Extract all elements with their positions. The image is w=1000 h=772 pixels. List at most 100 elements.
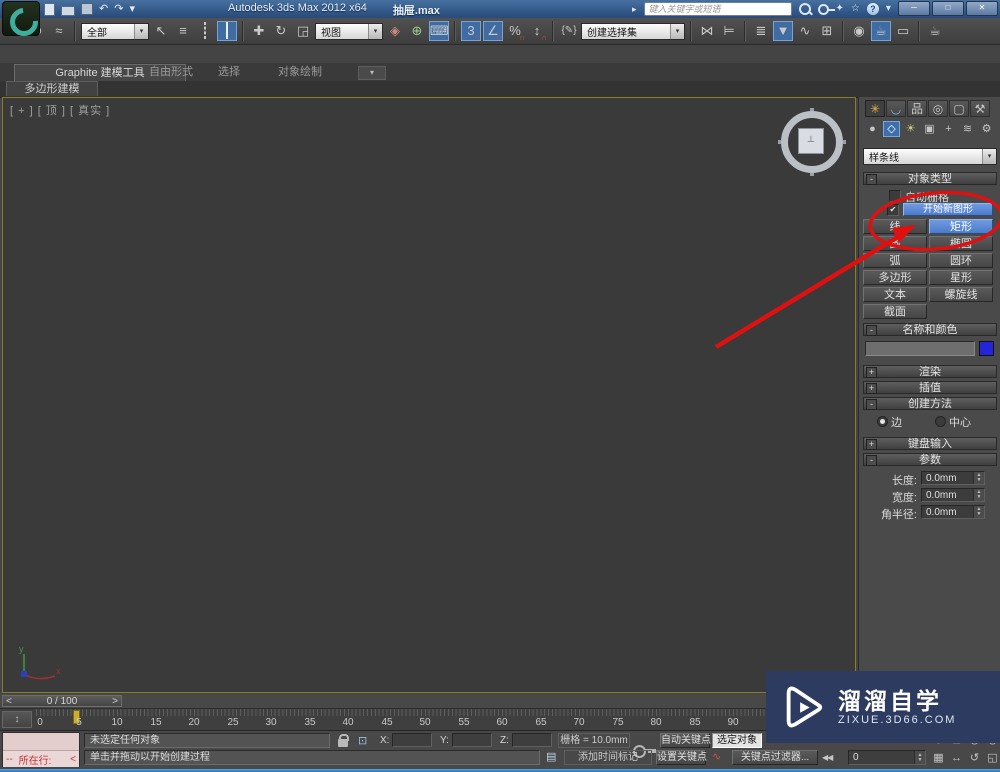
tab-utilities-icon[interactable]: ⚒ — [970, 100, 990, 117]
creation-edge-label[interactable]: 边 — [891, 414, 902, 430]
viewport-top[interactable]: [ + ] [ 顶 ] [ 真实 ] ┴ y x — [2, 97, 856, 693]
dropdown-arrow-icon[interactable]: ▾ — [982, 149, 996, 164]
expand-icon[interactable]: + — [866, 367, 877, 378]
shape-category-dropdown[interactable]: 样条线 ▾ — [863, 148, 997, 165]
shape-button-text[interactable]: 文本 — [863, 287, 927, 302]
category-geometry-icon[interactable]: ● — [864, 121, 881, 137]
max-app-logo[interactable] — [2, 1, 44, 42]
maximize-viewport-icon[interactable]: ◱ — [984, 750, 1000, 767]
open-file-icon[interactable] — [61, 5, 75, 16]
length-field[interactable]: 0.0mm ▲ ▼ — [921, 471, 985, 485]
angle-snap-toggle-icon[interactable]: ∠ ∩ — [483, 21, 503, 41]
help-icon[interactable]: ? — [866, 3, 879, 15]
tab-display-icon[interactable]: ▢ — [949, 100, 969, 117]
auto-key-button[interactable]: 自动关键点 — [660, 733, 711, 748]
schematic-view-icon[interactable]: ⊞ — [817, 21, 837, 41]
snaps-toggle-3d-icon[interactable]: 3 ∩ — [461, 21, 481, 41]
keyboard-shortcut-override-icon[interactable]: ⌨ — [429, 21, 449, 41]
percent-snap-toggle-icon[interactable]: % ∩ — [505, 21, 525, 42]
absolute-offset-mode-icon[interactable]: ⊡ — [358, 734, 367, 748]
go-to-start-icon[interactable]: ◀◀ — [822, 751, 833, 765]
shape-button-line[interactable]: 线 — [863, 219, 927, 234]
category-systems-icon[interactable]: ⚙ — [978, 121, 995, 137]
use-pivot-center-icon[interactable]: ◈ — [385, 21, 405, 41]
shape-button-section[interactable]: 截面 — [863, 304, 927, 319]
maximize-button[interactable]: □ — [932, 1, 964, 16]
creation-edge-radio[interactable] — [877, 416, 888, 427]
shape-button-ellipse[interactable]: 椭圆 — [929, 236, 993, 251]
redo-icon[interactable]: ↷ — [114, 2, 123, 16]
favorites-star-icon[interactable]: ☆ — [851, 2, 860, 16]
category-cameras-icon[interactable]: ▣ — [921, 121, 938, 137]
shape-button-rectangle[interactable]: 矩形 — [929, 219, 993, 234]
named-selection-sets-dropdown[interactable]: 创建选择集 ▾ — [581, 22, 685, 40]
key-filters-button[interactable]: 关键点过滤器... — [732, 750, 818, 765]
listener-arrow[interactable]: < — [70, 754, 76, 765]
rendered-frame-window-icon[interactable]: ▭ — [893, 21, 913, 41]
spinner-snap-toggle-icon[interactable]: ↕ ∩ — [527, 21, 547, 42]
search-input[interactable]: 键入关键字或短语 — [643, 2, 792, 16]
mini-curve-editor-icon[interactable]: ↕ — [2, 711, 32, 728]
tab-create-icon[interactable]: ✳ — [865, 100, 885, 117]
expand-icon[interactable]: + — [866, 439, 877, 450]
ribbon-minimize-icon[interactable]: ▾ — [358, 66, 386, 80]
dropdown-arrow-icon[interactable]: ▾ — [368, 23, 382, 39]
start-new-shape-checkbox[interactable]: ✔ — [887, 204, 899, 216]
width-field[interactable]: 0.0mm ▲ ▼ — [921, 488, 985, 502]
material-editor-icon[interactable]: ◉ — [849, 21, 869, 41]
frame-forward-button[interactable]: > — [109, 696, 121, 707]
undo-icon[interactable]: ↶ — [99, 2, 108, 16]
time-slider-handle[interactable]: < 0 / 100 > — [2, 695, 122, 707]
creation-center-radio[interactable] — [935, 416, 946, 427]
select-and-move-icon[interactable]: ✚ — [249, 21, 269, 41]
creation-center-label[interactable]: 中心 — [949, 414, 971, 430]
add-time-tag-field[interactable]: 添加时间标记 — [564, 750, 652, 765]
current-frame-field[interactable]: 0 ▲ ▼ — [848, 750, 926, 765]
rollout-object-type[interactable]: - 对象类型 — [863, 172, 997, 185]
graphite-ribbon-toggle-icon[interactable]: ▼ — [773, 21, 793, 41]
select-object-icon[interactable]: ↖ — [151, 21, 171, 41]
manage-layers-icon[interactable]: ≣ — [751, 21, 771, 41]
rollout-parameters[interactable]: - 参数 — [863, 453, 997, 466]
object-color-swatch[interactable] — [979, 341, 994, 356]
category-lights-icon[interactable]: ☀ — [902, 121, 919, 137]
listener-input-row[interactable] — [3, 733, 79, 751]
render-production-icon[interactable]: ☕ — [925, 21, 945, 41]
corner-radius-spinner[interactable]: ▲ ▼ — [973, 506, 984, 518]
shape-button-circle[interactable]: 圆 — [863, 236, 927, 251]
dropdown-arrow-icon[interactable]: ▾ — [134, 23, 148, 39]
bind-to-spacewarp-icon[interactable]: ≈ — [49, 21, 69, 41]
rollout-rendering[interactable]: + 渲染 — [863, 365, 997, 378]
reference-coordinate-dropdown[interactable]: 视图 ▾ — [315, 22, 383, 40]
tab-motion-icon[interactable]: ◎ — [928, 100, 948, 117]
collapse-icon[interactable]: - — [866, 325, 877, 336]
x-coordinate-field[interactable] — [392, 733, 432, 747]
category-helpers-icon[interactable]: + — [940, 121, 957, 137]
shape-button-star[interactable]: 星形 — [929, 270, 993, 285]
selection-lock-icon[interactable] — [338, 734, 349, 747]
start-new-shape-button[interactable]: 开始新图形 — [903, 203, 993, 216]
width-spinner[interactable]: ▲ ▼ — [973, 489, 984, 501]
tab-object-paint[interactable]: 对象绘制 — [268, 64, 332, 80]
set-key-button[interactable]: 设置关键点 — [656, 750, 707, 765]
select-and-manipulate-icon[interactable]: ⊕ — [407, 21, 427, 41]
rectangular-selection-region-icon[interactable] — [195, 21, 215, 41]
collapse-icon[interactable]: - — [866, 174, 877, 185]
mirror-icon[interactable]: ⋈ — [697, 21, 717, 41]
corner-radius-field[interactable]: 0.0mm ▲ ▼ — [921, 505, 985, 519]
viewport-label[interactable]: [ + ] [ 顶 ] [ 真实 ] — [10, 102, 110, 118]
shape-button-helix[interactable]: 螺旋线 — [929, 287, 993, 302]
track-bar-ruler[interactable]: 0 5 10 15 20 25 30 35 40 45 50 55 60 65 … — [36, 709, 856, 730]
frame-back-button[interactable]: < — [3, 696, 15, 707]
collapse-icon[interactable]: - — [866, 455, 877, 466]
selection-filter-dropdown[interactable]: 全部 ▾ — [81, 22, 149, 40]
length-spinner[interactable]: ▲ ▼ — [973, 472, 984, 484]
shape-button-arc[interactable]: 弧 — [863, 253, 927, 268]
rollout-keyboard-entry[interactable]: + 键盘输入 — [863, 437, 997, 450]
align-icon[interactable]: ⊨ — [719, 21, 739, 41]
tab-selection[interactable]: 选择 — [206, 64, 252, 80]
category-shapes-icon[interactable]: ◇ — [883, 121, 900, 137]
rollout-creation-method[interactable]: - 创建方法 — [863, 397, 997, 410]
qat-overflow-icon[interactable]: ▾ — [129, 2, 135, 16]
search-icon[interactable] — [798, 3, 811, 15]
